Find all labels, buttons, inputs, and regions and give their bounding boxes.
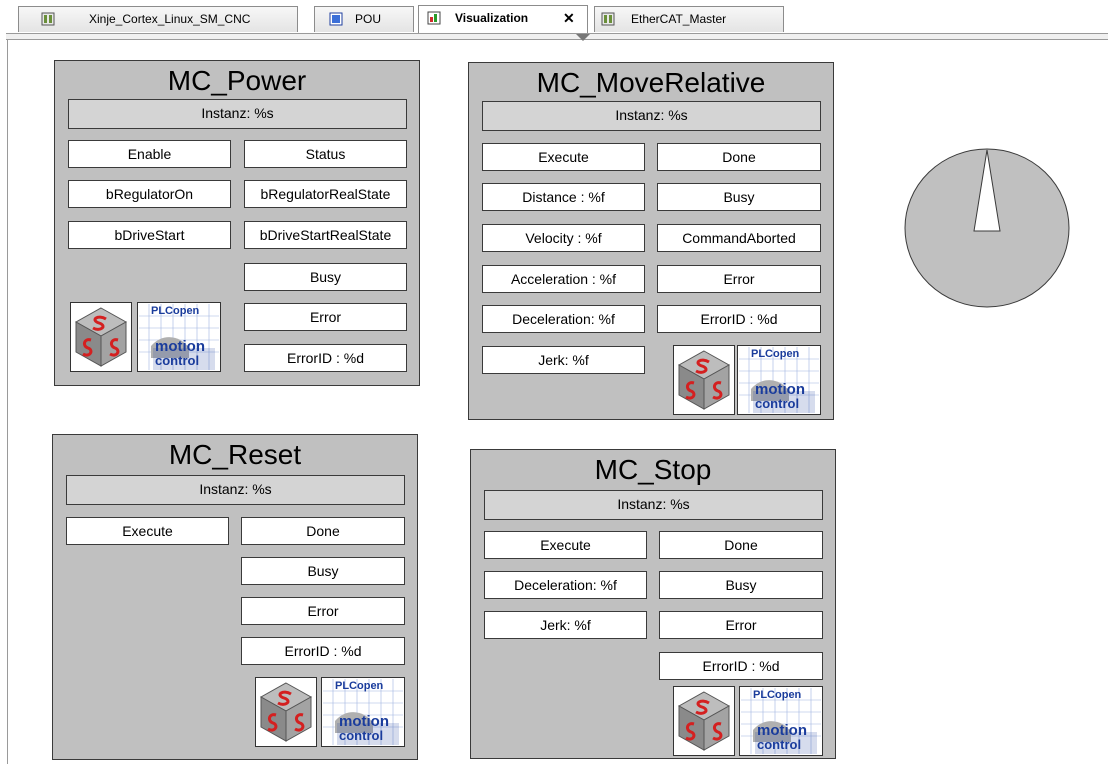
pou-icon: [329, 12, 343, 26]
output-busy[interactable]: Busy: [241, 557, 405, 585]
tab-strip-divider: [6, 33, 1108, 40]
output-bregulatorrealstate[interactable]: bRegulatorRealState: [244, 180, 407, 208]
input-deceleration[interactable]: Deceleration: %f: [482, 305, 645, 333]
block-title: MC_MoveRelative: [536, 67, 766, 98]
close-icon[interactable]: ✕: [563, 6, 575, 30]
block-title: MC_Power: [167, 65, 307, 96]
tab-ethercat-master[interactable]: EtherCAT_Master: [594, 6, 784, 32]
tab-label: POU: [355, 12, 382, 26]
plcopen-motion-control-logo: PLCopen motion control: [739, 686, 823, 756]
tab-label: Xinje_Cortex_Linux_SM_CNC: [89, 12, 251, 26]
editor-tab-bar: Xinje_Cortex_Linux_SM_CNC POU Visualizat…: [0, 0, 1108, 34]
plcopen-motion-control-logo: PLCopen motion control: [737, 345, 821, 415]
axis-position-dial: [904, 148, 1070, 308]
input-execute[interactable]: Execute: [482, 143, 645, 171]
input-deceleration[interactable]: Deceleration: %f: [484, 571, 647, 599]
plcopen-text: PLCopen: [151, 305, 200, 317]
visualization-icon: [427, 11, 441, 25]
output-bdrivestartrealstate[interactable]: bDriveStartRealState: [244, 221, 407, 249]
output-errorid[interactable]: ErrorID : %d: [659, 652, 823, 680]
motion-text: motion: [755, 381, 805, 398]
input-velocity[interactable]: Velocity : %f: [482, 224, 645, 252]
motion-text: motion: [339, 713, 389, 730]
mc-moverelative-block: MC_MoveRelative Instanz: %s Execute Dist…: [468, 62, 834, 420]
motion-text: motion: [757, 722, 807, 739]
output-errorid[interactable]: ErrorID : %d: [241, 637, 405, 665]
plcopen-motion-control-logo: PLCopen motion control: [137, 302, 221, 372]
plcopen-text: PLCopen: [751, 348, 800, 360]
canvas-left-border: [7, 40, 8, 764]
instance-field[interactable]: Instanz: %s: [66, 475, 405, 505]
output-error[interactable]: Error: [244, 303, 407, 331]
mc-power-block: MC_Power Instanz: %s Enable bRegulatorOn…: [54, 60, 420, 386]
tab-pou[interactable]: POU: [314, 6, 414, 32]
control-text: control: [755, 396, 800, 411]
input-jerk[interactable]: Jerk: %f: [484, 611, 647, 639]
plcopen-text: PLCopen: [335, 680, 384, 692]
input-distance[interactable]: Distance : %f: [482, 183, 645, 211]
plcopen-text: PLCopen: [753, 689, 802, 701]
instance-field[interactable]: Instanz: %s: [484, 490, 823, 520]
output-commandaborted[interactable]: CommandAborted: [657, 224, 821, 252]
input-execute[interactable]: Execute: [66, 517, 229, 545]
output-busy[interactable]: Busy: [244, 263, 407, 291]
softmotion-cube-logo: [70, 302, 132, 372]
control-text: control: [757, 737, 802, 752]
input-execute[interactable]: Execute: [484, 531, 647, 559]
mc-stop-block: MC_Stop Instanz: %s Execute Deceleration…: [470, 449, 836, 759]
tab-visualization[interactable]: Visualization ✕: [418, 5, 588, 33]
input-bregulatoron[interactable]: bRegulatorOn: [68, 180, 231, 208]
output-done[interactable]: Done: [659, 531, 823, 559]
motion-text: motion: [155, 338, 205, 355]
input-bdrivestart[interactable]: bDriveStart: [68, 221, 231, 249]
input-jerk[interactable]: Jerk: %f: [482, 346, 645, 374]
instance-field[interactable]: Instanz: %s: [482, 101, 821, 131]
input-acceleration[interactable]: Acceleration : %f: [482, 265, 645, 293]
output-errorid[interactable]: ErrorID : %d: [244, 344, 407, 372]
output-busy[interactable]: Busy: [657, 183, 821, 211]
plcopen-motion-control-logo: PLCopen motion control: [321, 677, 405, 747]
device-icon: [601, 12, 615, 26]
output-status[interactable]: Status: [244, 140, 407, 168]
softmotion-cube-logo: [673, 345, 735, 415]
mc-reset-block: MC_Reset Instanz: %s Execute Done Busy E…: [52, 434, 418, 760]
input-enable[interactable]: Enable: [68, 140, 231, 168]
output-error[interactable]: Error: [659, 611, 823, 639]
softmotion-cube-logo: [673, 686, 735, 756]
tab-label: EtherCAT_Master: [631, 12, 727, 26]
output-errorid[interactable]: ErrorID : %d: [657, 305, 821, 333]
control-text: control: [339, 728, 384, 743]
output-done[interactable]: Done: [241, 517, 405, 545]
control-text: control: [155, 353, 200, 368]
instance-field[interactable]: Instanz: %s: [68, 99, 407, 129]
block-title: MC_Stop: [594, 454, 712, 485]
softmotion-cube-logo: [255, 677, 317, 747]
tab-list-dropdown-icon[interactable]: [574, 33, 592, 43]
output-busy[interactable]: Busy: [659, 571, 823, 599]
tab-xinje-cortex[interactable]: Xinje_Cortex_Linux_SM_CNC: [18, 6, 298, 32]
block-title: MC_Reset: [168, 439, 302, 470]
output-error[interactable]: Error: [241, 597, 405, 625]
output-done[interactable]: Done: [657, 143, 821, 171]
output-error[interactable]: Error: [657, 265, 821, 293]
tab-label: Visualization: [455, 11, 529, 25]
device-icon: [41, 12, 55, 26]
